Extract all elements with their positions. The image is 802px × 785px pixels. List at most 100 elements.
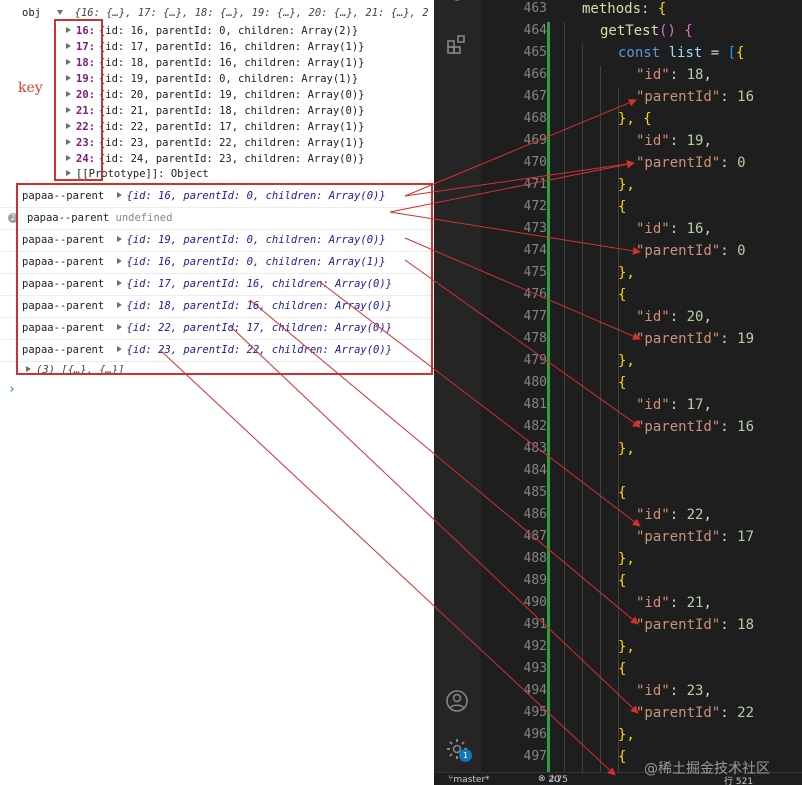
line-number: 482	[523, 419, 547, 434]
expand-triangle-icon[interactable]	[66, 170, 71, 176]
expand-triangle-icon[interactable]	[66, 59, 71, 65]
code-line[interactable]: "id": 22,	[636, 507, 712, 523]
expand-triangle-icon[interactable]	[66, 107, 71, 113]
code-line[interactable]: "parentId": 22	[636, 705, 754, 721]
log-row[interactable]: 2 papaa--parent undefined	[0, 207, 434, 230]
code-line[interactable]: "id": 23,	[636, 683, 712, 699]
log-row[interactable]: papaa--parent {id: 16, parentId: 0, chil…	[0, 185, 434, 208]
code-line[interactable]: },	[618, 727, 635, 743]
obj-entry[interactable]: 16: {id: 16, parentId: 0, children: Array…	[66, 24, 358, 38]
expand-triangle-icon[interactable]	[26, 366, 31, 372]
code-line[interactable]: },	[618, 551, 635, 567]
code-area[interactable]: methods: { getTest() { const list = [{ "id"…	[554, 0, 802, 772]
code-line[interactable]: {	[618, 749, 626, 765]
log-row[interactable]: papaa--parent {id: 22, parentId: 17, chi…	[0, 317, 434, 340]
code-token: :	[669, 67, 679, 83]
code-line[interactable]: "id": 16,	[636, 221, 712, 237]
entry-key: 16:	[76, 25, 95, 37]
expand-triangle-icon[interactable]	[66, 91, 71, 97]
log-label: papaa--parent	[22, 234, 105, 246]
obj-log-header[interactable]: obj {16: {…}, 17: {…}, 18: {…}, 19: {…},…	[22, 6, 429, 20]
obj-entry[interactable]: 19: {id: 19, parentId: 0, children: Array…	[66, 72, 358, 86]
code-line[interactable]: },	[618, 353, 635, 369]
branch-status[interactable]: ⑂ master*	[448, 774, 490, 785]
expand-triangle-icon[interactable]	[66, 123, 71, 129]
code-token: 23	[686, 683, 704, 699]
expand-triangle-icon[interactable]	[116, 258, 122, 264]
expand-triangle-icon[interactable]	[116, 346, 122, 352]
expand-triangle-icon[interactable]	[66, 155, 71, 161]
expand-triangle-icon[interactable]	[116, 324, 122, 330]
code-line[interactable]: getTest() {	[600, 23, 693, 39]
code-line[interactable]: "parentId": 19	[636, 331, 754, 347]
expand-triangle-icon[interactable]	[66, 139, 71, 145]
expand-triangle-icon[interactable]	[116, 302, 122, 308]
obj-entry[interactable]: 20: {id: 20, parentId: 19, children: Arra…	[66, 88, 364, 102]
log-row[interactable]: papaa--parent {id: 23, parentId: 22, chi…	[0, 339, 434, 362]
expand-triangle-icon[interactable]	[116, 236, 122, 242]
code-line[interactable]: const list = [{	[618, 45, 744, 61]
code-token: :	[720, 155, 729, 171]
extensions-icon[interactable]	[445, 33, 469, 57]
line-number: 476	[523, 287, 547, 302]
code-line[interactable]: "id": 17,	[636, 397, 712, 413]
code-line[interactable]: "parentId": 16	[636, 419, 754, 435]
code-token: "id"	[636, 683, 670, 699]
code-line[interactable]: "parentId": 16	[636, 89, 754, 105]
obj-entry[interactable]: 22: {id: 22, parentId: 17, children: Arra…	[66, 120, 364, 134]
expand-triangle-icon[interactable]	[66, 75, 71, 81]
code-line[interactable]: {	[618, 375, 626, 391]
obj-entry[interactable]: 21: {id: 21, parentId: 18, children: Arra…	[66, 104, 364, 118]
log-row[interactable]: papaa--parent {id: 19, parentId: 0, chil…	[0, 229, 434, 252]
obj-entry[interactable]: 18: {id: 18, parentId: 16, children: Arra…	[66, 56, 364, 70]
obj-entry[interactable]: 17: {id: 17, parentId: 16, children: Arra…	[66, 40, 364, 54]
obj-entry[interactable]: 23: {id: 23, parentId: 22, children: Arra…	[66, 136, 364, 150]
code-line[interactable]: },	[618, 265, 635, 281]
code-token: list	[668, 45, 703, 61]
code-line[interactable]: "parentId": 18	[636, 617, 754, 633]
line-number: 497	[523, 749, 547, 764]
entry-key: 21:	[76, 105, 95, 117]
debug-icon[interactable]	[445, 0, 469, 16]
line-number: 471	[523, 177, 547, 192]
array-summary-row[interactable]: (3) [{…}, {…}]	[26, 364, 125, 376]
code-token: },	[618, 639, 635, 655]
log-row[interactable]: papaa--parent {id: 16, parentId: 0, chil…	[0, 251, 434, 274]
code-line[interactable]: "parentId": 0	[636, 243, 746, 259]
code-line[interactable]: },	[618, 639, 635, 655]
code-line[interactable]: }, {	[618, 111, 652, 127]
code-line[interactable]: {	[618, 485, 626, 501]
expand-triangle-icon[interactable]	[116, 192, 122, 198]
code-token: 19	[686, 133, 704, 149]
problems-status[interactable]: ⊗ 20 ⚠ 75	[538, 774, 568, 785]
code-line[interactable]: "id": 21,	[636, 595, 712, 611]
code-line[interactable]: {	[618, 573, 626, 589]
console-prompt-icon[interactable]: ›	[8, 382, 16, 397]
code-line[interactable]: methods: {	[582, 1, 666, 17]
log-label: papaa--parent	[22, 190, 105, 202]
code-line[interactable]: {	[618, 661, 626, 677]
log-row[interactable]: papaa--parent {id: 17, parentId: 16, chi…	[0, 273, 434, 296]
code-line[interactable]: "id": 19,	[636, 133, 712, 149]
code-line[interactable]: },	[618, 441, 635, 457]
code-line[interactable]: "id": 20,	[636, 309, 712, 325]
expand-triangle-icon[interactable]	[66, 43, 71, 49]
code-line[interactable]: "id": 18,	[636, 67, 712, 83]
code-line[interactable]: {	[618, 199, 626, 215]
code-line[interactable]: {	[618, 287, 626, 303]
code-token: 18	[737, 617, 755, 633]
prototype-entry[interactable]: [[Prototype]]: Object	[66, 167, 209, 181]
code-line[interactable]: },	[618, 177, 635, 193]
key-annotation: key	[18, 80, 43, 96]
code-token: {	[736, 45, 745, 61]
code-line[interactable]: "parentId": 17	[636, 529, 754, 545]
expand-triangle-icon[interactable]	[57, 10, 64, 15]
account-icon[interactable]	[445, 689, 469, 713]
expand-triangle-icon[interactable]	[66, 27, 71, 33]
log-row[interactable]: papaa--parent {id: 18, parentId: 16, chi…	[0, 295, 434, 318]
code-line[interactable]: "parentId": 0	[636, 155, 746, 171]
line-number: 493	[523, 661, 547, 676]
expand-triangle-icon[interactable]	[116, 280, 122, 286]
obj-entry[interactable]: 24: {id: 24, parentId: 23, children: Arra…	[66, 152, 364, 166]
line-number: 464	[523, 23, 547, 38]
